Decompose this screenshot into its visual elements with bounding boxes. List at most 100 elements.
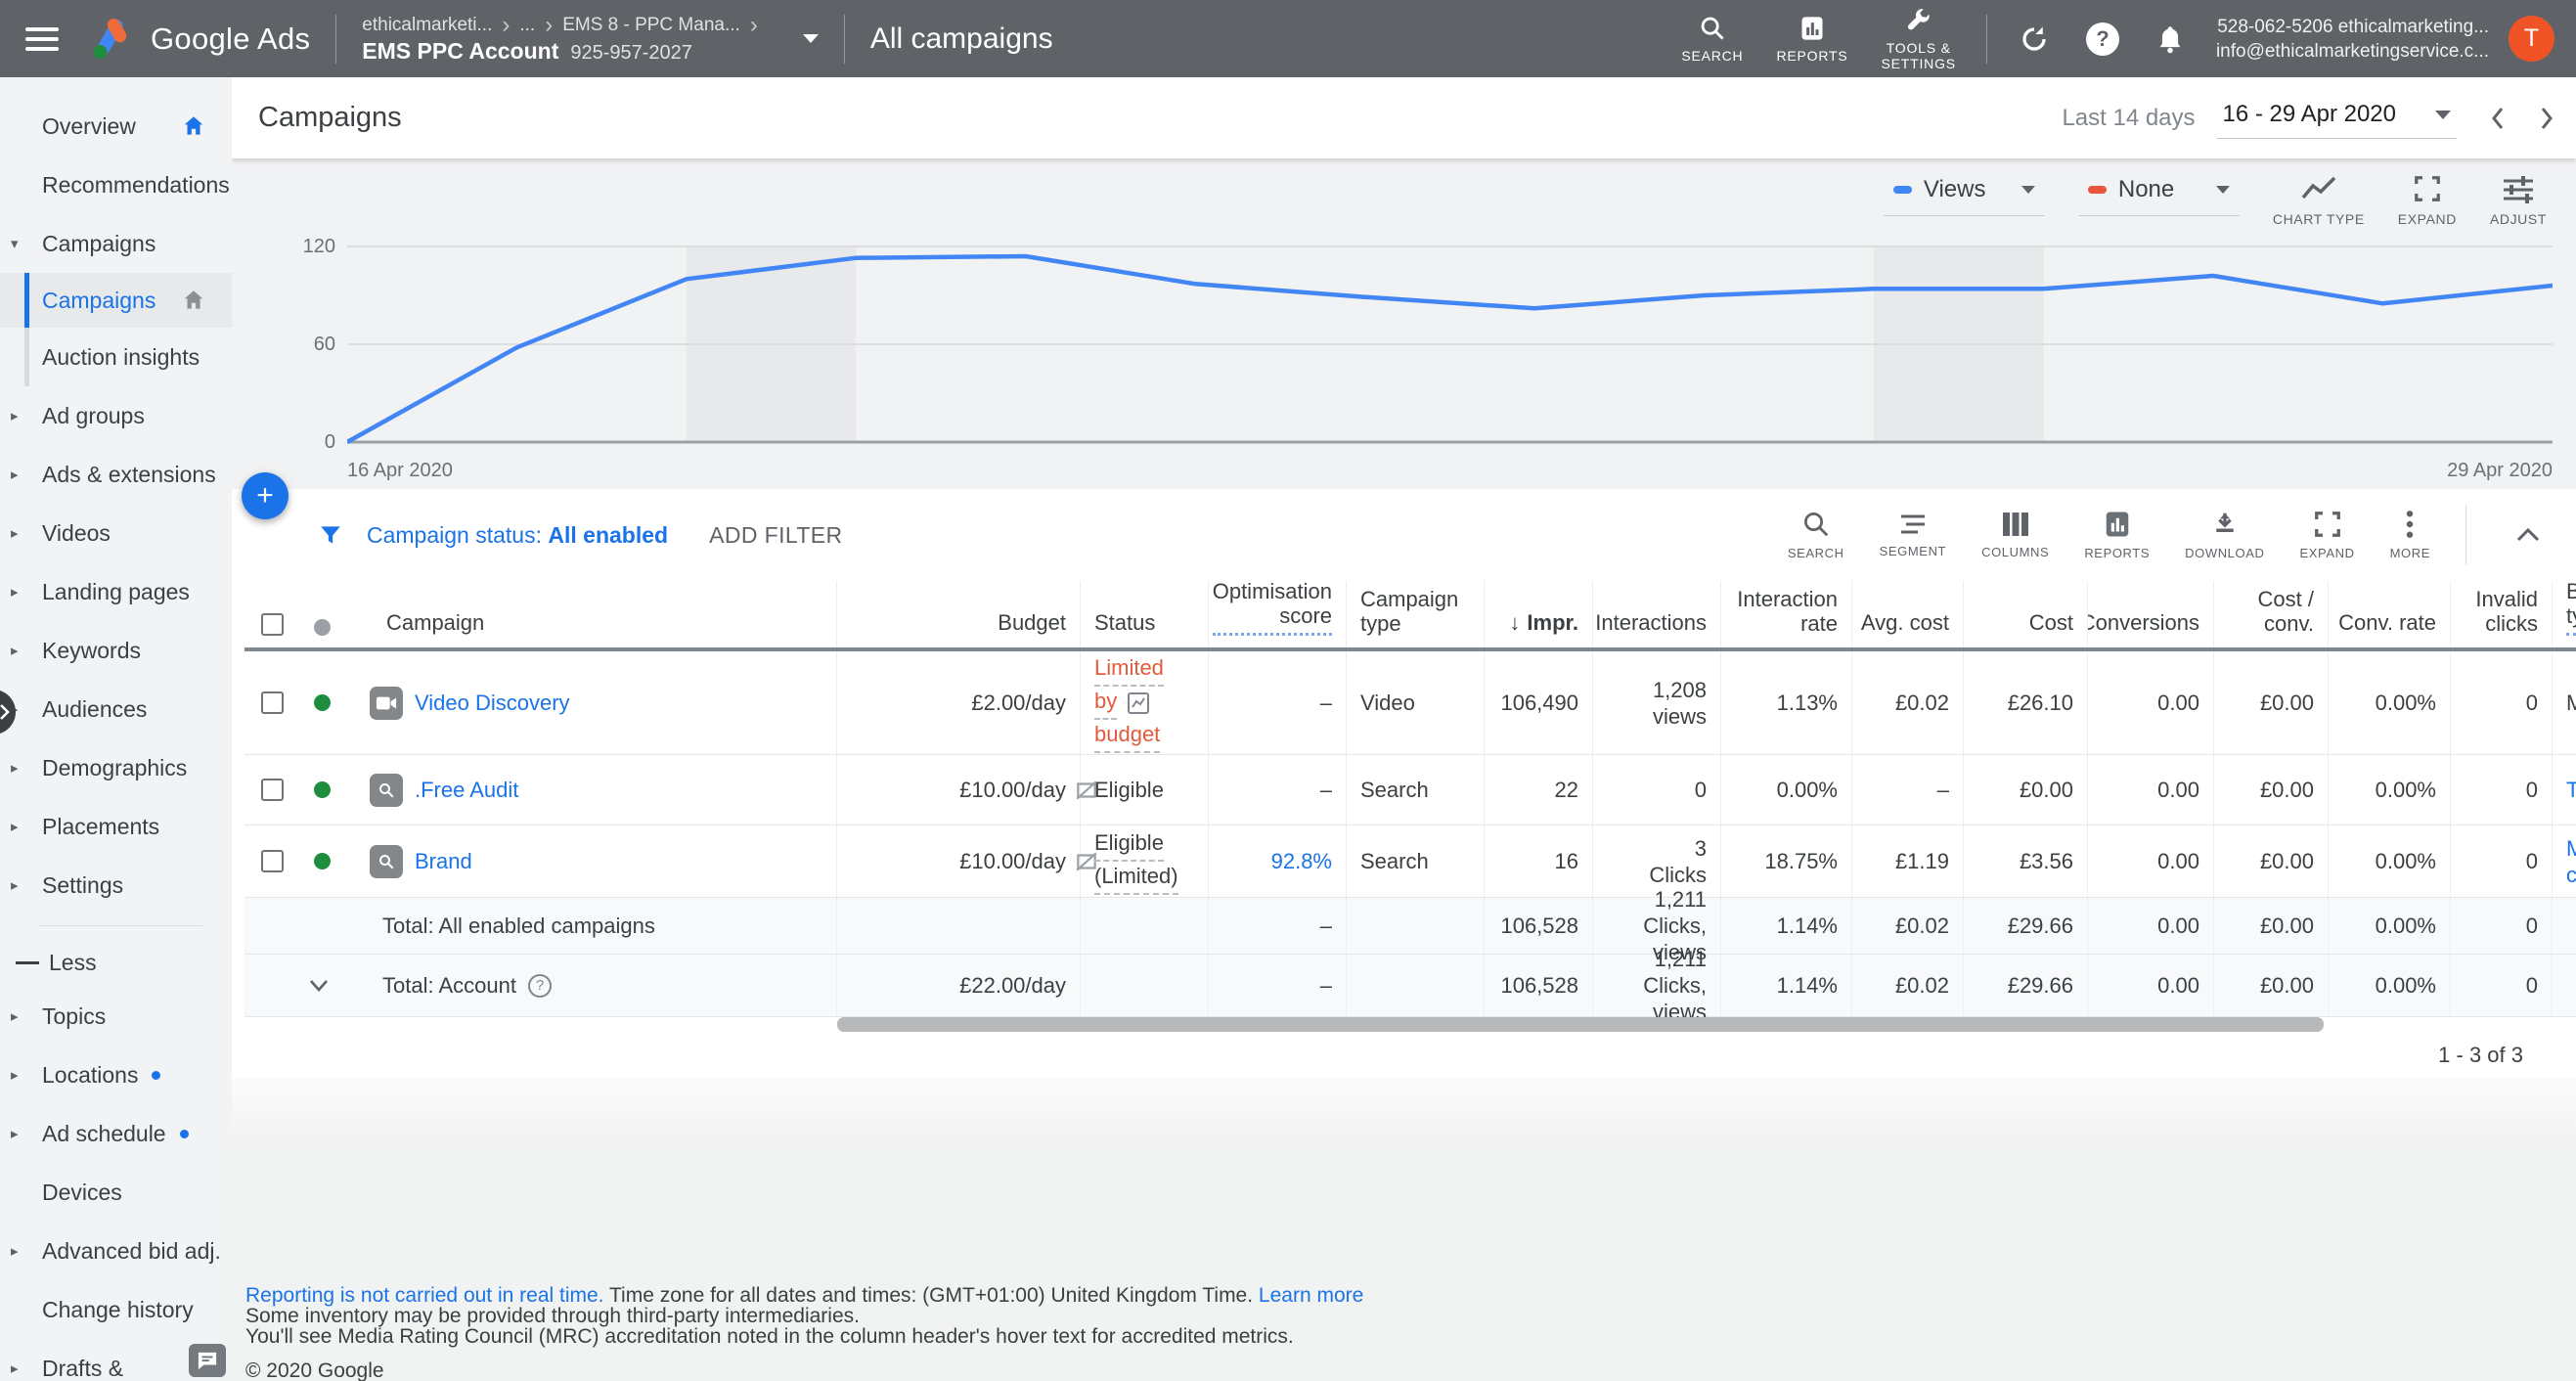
col-impressions[interactable]: ↓ Impr. (1485, 581, 1593, 647)
sidebar-item-topics[interactable]: ▸ Topics (0, 987, 232, 1046)
add-filter-button[interactable]: ADD FILTER (709, 522, 842, 549)
expand-total-chevron[interactable] (309, 979, 382, 992)
enabled-status-dot[interactable] (314, 853, 331, 869)
collapse-table-chevron[interactable] (2502, 527, 2554, 543)
horizontal-scrollbar-thumb[interactable] (837, 1017, 2324, 1032)
col-conversions[interactable]: Conversions (2088, 581, 2214, 647)
col-cost[interactable]: Cost (1964, 581, 2088, 647)
learn-more-link[interactable]: Learn more (1259, 1284, 1363, 1307)
campaign-name-link[interactable]: Video Discovery (415, 690, 570, 716)
sidebar-item-less[interactable]: Less (0, 938, 232, 987)
col-conv-rate[interactable]: Conv. rate (2329, 581, 2451, 647)
sidebar-item-recommendations[interactable]: Recommendations (0, 156, 232, 214)
notifications-bell-icon[interactable] (2156, 24, 2184, 54)
sidebar-item-audiences[interactable]: ▸Audiences (0, 680, 232, 738)
sidebar-item-demographics[interactable]: ▸ Demographics (0, 738, 232, 797)
next-period-button[interactable] (2539, 106, 2554, 131)
bid-strategy-cell[interactable]: Mc (2553, 825, 2576, 897)
budget-cell[interactable]: £10.00/day (837, 825, 1097, 897)
status-cell[interactable]: Eligible (1081, 755, 1209, 824)
campaign-name-link[interactable]: .Free Audit (415, 778, 518, 803)
status-cell[interactable]: Eligible (Limited) (1081, 825, 1209, 897)
help-icon[interactable]: ? (2085, 22, 2119, 56)
date-range-selector[interactable]: 16 - 29 Apr 2020 (2216, 97, 2457, 140)
breadcrumb-level1[interactable]: ethicalmarketi... (362, 13, 492, 38)
mini-chart-icon[interactable] (1127, 691, 1150, 715)
row-checkbox[interactable] (261, 779, 284, 801)
chart-adjust-button[interactable]: ADJUST (2490, 170, 2547, 227)
col-campaign-type[interactable]: Campaign type (1347, 581, 1485, 647)
enabled-status-dot[interactable] (314, 694, 331, 711)
sidebar-item-placements[interactable]: ▸ Placements (0, 797, 232, 856)
table-reports-button[interactable]: REPORTS (2084, 510, 2150, 560)
col-cost-per-conv[interactable]: Cost / conv. (2214, 581, 2329, 647)
breadcrumb-level2[interactable]: EMS 8 - PPC Mana... (562, 13, 740, 38)
sidebar-item-campaigns[interactable]: Campaigns (0, 273, 232, 328)
chart-type-button[interactable]: CHART TYPE (2273, 170, 2365, 227)
col-status[interactable]: Status (1081, 581, 1209, 647)
columns-button[interactable]: COLUMNS (1981, 511, 2049, 559)
metric1-select[interactable]: Views (1883, 170, 2045, 217)
col-bid-strategy-type[interactable]: Bty (2553, 581, 2576, 647)
status-dot-header[interactable] (314, 619, 331, 636)
sidebar-item-change-history[interactable]: Change history (0, 1280, 232, 1339)
budget-cell[interactable]: £10.00/day (837, 755, 1097, 824)
line-chart[interactable] (347, 239, 2553, 456)
sidebar-item-devices[interactable]: Devices (0, 1163, 232, 1222)
sidebar-item-ad-schedule[interactable]: ▸ Ad schedule (0, 1104, 232, 1163)
breadcrumb-ellipsis[interactable]: ... (519, 13, 535, 38)
previous-period-button[interactable] (2490, 106, 2506, 131)
cost-cell: £29.66 (1964, 898, 2088, 954)
budget-cell[interactable]: £2.00/day (837, 651, 1081, 754)
col-interaction-rate[interactable]: Interaction rate (1721, 581, 1852, 647)
sidebar-item-videos[interactable]: ▸ Videos (0, 504, 232, 562)
sidebar-item-ad-groups[interactable]: ▸ Ad groups (0, 386, 232, 445)
col-invalid-clicks[interactable]: Invalid clicks (2451, 581, 2553, 647)
more-button[interactable]: MORE (2390, 510, 2430, 560)
refresh-icon[interactable] (2020, 24, 2049, 54)
search-nav-button[interactable]: SEARCH (1681, 15, 1743, 64)
help-question-icon[interactable]: ? (527, 973, 552, 998)
select-all-checkbox[interactable] (261, 613, 284, 636)
segment-button[interactable]: SEGMENT (1880, 512, 1946, 558)
campaign-status-filter-chip[interactable]: Campaign status: All enabled (367, 522, 668, 549)
sidebar-item-keywords[interactable]: ▸ Keywords (0, 621, 232, 680)
breadcrumb[interactable]: ethicalmarketi... › ... › EMS 8 - PPC Ma… (362, 13, 758, 66)
col-campaign[interactable]: Campaign (386, 610, 484, 636)
metric2-select[interactable]: None (2077, 170, 2240, 217)
sidebar-item-overview[interactable]: Overview (0, 97, 232, 156)
sidebar-item-ads-extensions[interactable]: ▸ Ads & extensions (0, 445, 232, 504)
row-checkbox[interactable] (261, 850, 284, 872)
tools-settings-nav-button[interactable]: TOOLS & SETTINGS (1882, 7, 1956, 71)
bid-strategy-cell[interactable]: T (2553, 755, 2576, 824)
avatar[interactable]: T (2509, 16, 2554, 62)
campaign-name-link[interactable]: Brand (415, 849, 472, 874)
table-search-button[interactable]: SEARCH (1788, 510, 1844, 560)
sidebar-item-locations[interactable]: ▸ Locations (0, 1046, 232, 1104)
table-expand-button[interactable]: EXPAND (2299, 510, 2354, 560)
page-footer: Reporting is not carried out in real tim… (232, 1078, 2576, 1381)
sidebar-item-settings[interactable]: ▸ Settings (0, 856, 232, 914)
chart-expand-button[interactable]: EXPAND (2398, 170, 2457, 227)
sidebar-item-advanced-bid-adj[interactable]: ▸ Advanced bid adj. (0, 1222, 232, 1280)
download-button[interactable]: DOWNLOAD (2185, 510, 2264, 560)
reports-nav-button[interactable]: REPORTS (1776, 15, 1847, 64)
row-checkbox[interactable] (261, 691, 284, 714)
feedback-icon[interactable] (189, 1344, 226, 1377)
col-budget[interactable]: Budget (837, 581, 1081, 647)
account-picker-caret-icon[interactable] (802, 34, 819, 43)
realtime-reporting-link[interactable]: Reporting is not carried out in real tim… (245, 1284, 604, 1307)
enabled-status-dot[interactable] (314, 781, 331, 798)
col-interactions[interactable]: Interactions (1593, 581, 1721, 647)
status-cell[interactable]: Limited by budget (1081, 651, 1209, 754)
opt-score-cell[interactable]: 92.8% (1209, 825, 1347, 897)
col-optimisation-score[interactable]: Optimisation score (1209, 581, 1347, 647)
sidebar-item-auction-insights[interactable]: Auction insights (0, 328, 232, 386)
bid-strategy-cell[interactable]: M (2553, 651, 2576, 754)
new-campaign-fab[interactable]: + (242, 472, 289, 519)
col-avg-cost[interactable]: Avg. cost (1852, 581, 1964, 647)
menu-icon[interactable] (25, 26, 59, 51)
sidebar-item-landing-pages[interactable]: ▸ Landing pages (0, 562, 232, 621)
google-ads-logo[interactable]: Google Ads (90, 18, 310, 61)
sidebar-item-campaigns[interactable]: ▾ Campaigns (0, 214, 232, 273)
